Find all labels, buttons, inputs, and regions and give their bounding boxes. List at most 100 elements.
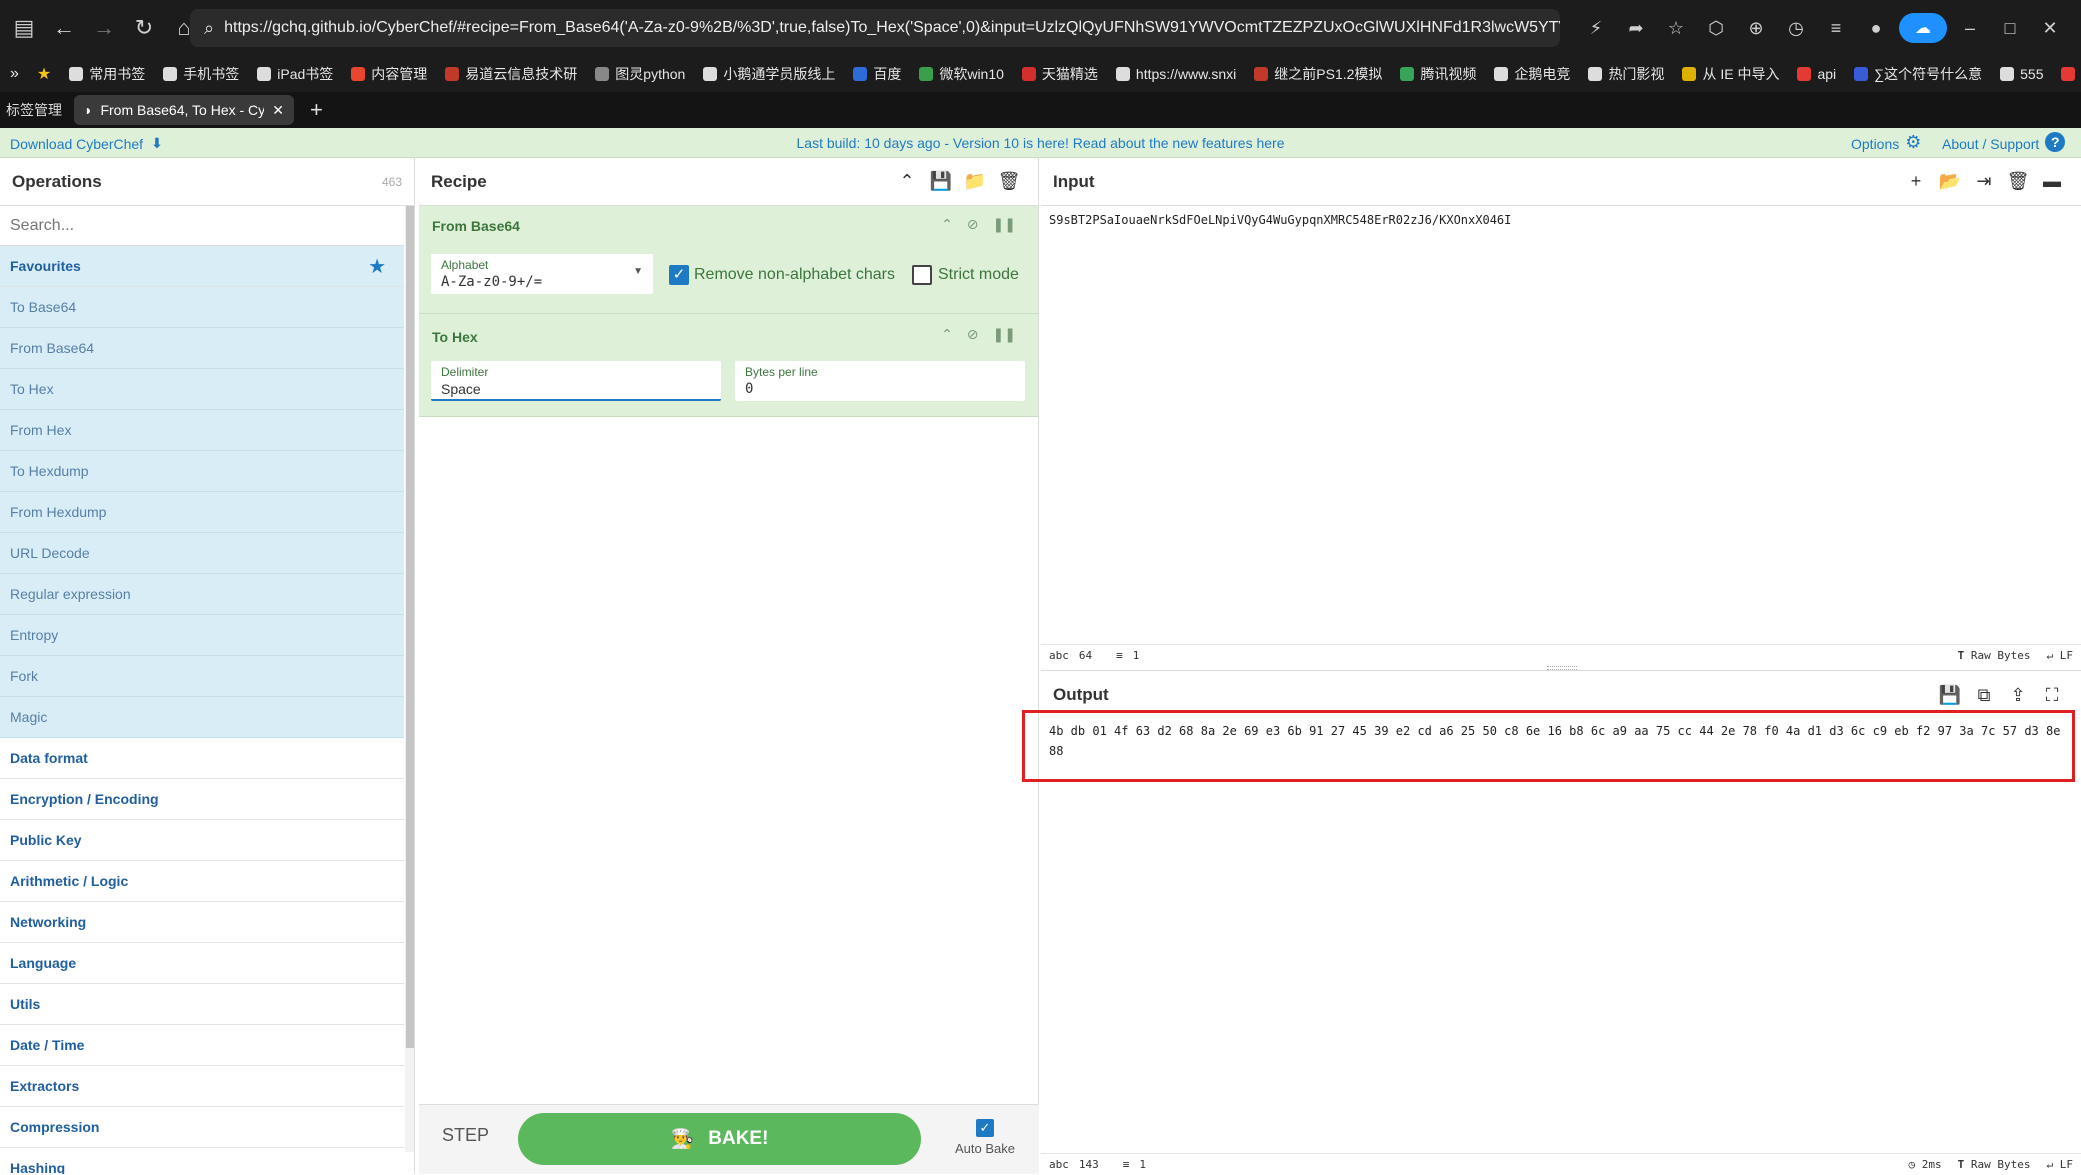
bookmark-item[interactable]: 图灵python: [595, 64, 685, 84]
operation-category[interactable]: Utils: [0, 984, 404, 1025]
input-eol[interactable]: ↵ LF: [2047, 649, 2074, 662]
reload-icon[interactable]: ↻: [124, 8, 164, 48]
close-tab-icon[interactable]: ✕: [272, 102, 284, 119]
new-tab-icon[interactable]: +: [310, 97, 323, 123]
operations-search-input[interactable]: [0, 206, 404, 246]
about-support-link[interactable]: About / Support ?: [1942, 132, 2066, 152]
operation-category[interactable]: Date / Time: [0, 1025, 404, 1066]
bookmark-item[interactable]: 企鹅电竞: [1494, 64, 1570, 84]
output-eol[interactable]: ↵ LF: [2047, 1158, 2074, 1171]
step-button[interactable]: STEP: [442, 1125, 489, 1146]
chevron-up-icon[interactable]: ⌃: [941, 326, 953, 343]
banner-message[interactable]: Last build: 10 days ago - Version 10 is …: [0, 135, 2081, 151]
operation-item[interactable]: Magic: [0, 697, 404, 738]
input-textarea[interactable]: S9sBT2PSaIouaeNrkSdFOeLNpiVQyG4WuGypqnXM…: [1049, 210, 2069, 230]
add-input-icon[interactable]: +: [1899, 171, 1933, 192]
save-output-icon[interactable]: 💾: [1933, 685, 1967, 706]
options-link[interactable]: Options ⚙: [1851, 132, 1921, 153]
sidebar-toggle-icon[interactable]: ▤: [4, 8, 44, 48]
bookmark-item[interactable]: 百度: [853, 64, 901, 84]
layout-icon[interactable]: ▬: [2035, 171, 2069, 192]
disable-icon[interactable]: ⊘: [967, 326, 979, 343]
forward-icon[interactable]: →: [84, 8, 124, 48]
bookmark-item[interactable]: 易道云信息技术研: [445, 64, 577, 84]
operation-category[interactable]: Data format: [0, 738, 404, 779]
chevron-up-icon[interactable]: ⌃: [941, 216, 953, 233]
operation-category[interactable]: Arithmetic / Logic: [0, 861, 404, 902]
close-window-icon[interactable]: ✕: [2033, 11, 2067, 45]
operation-item[interactable]: From Hexdump: [0, 492, 404, 533]
operation-item[interactable]: Regular expression: [0, 574, 404, 615]
bookmark-item[interactable]: 常用书签: [69, 64, 145, 84]
operation-item[interactable]: Entropy: [0, 615, 404, 656]
clear-recipe-icon[interactable]: 🗑: [992, 171, 1026, 192]
auto-bake-toggle[interactable]: ✓ Auto Bake: [951, 1119, 1019, 1156]
bookmark-item[interactable]: 热门影视: [1588, 64, 1664, 84]
operation-item[interactable]: From Base64: [0, 328, 404, 369]
minimize-icon[interactable]: –: [1953, 11, 1987, 45]
bookmarks-star-icon[interactable]: ★: [37, 64, 51, 84]
bookmark-item[interactable]: iPad书签: [257, 64, 333, 84]
operation-item[interactable]: To Hexdump: [0, 451, 404, 492]
bytes-per-line-input[interactable]: Bytes per line 0: [735, 361, 1025, 401]
clear-input-icon[interactable]: 🗑: [2001, 171, 2035, 192]
operation-item[interactable]: Fork: [0, 656, 404, 697]
bookmark-item[interactable]: 天猫精选: [1021, 64, 1098, 84]
bookmark-item[interactable]: 继之前PS1.2模拟: [1254, 64, 1382, 84]
open-folder-icon[interactable]: 📂: [1933, 171, 1967, 192]
operation-category[interactable]: Public Key: [0, 820, 404, 861]
back-icon[interactable]: ←: [44, 8, 84, 48]
load-recipe-icon[interactable]: 📁: [958, 171, 992, 192]
delimiter-input[interactable]: Delimiter Space: [431, 361, 721, 401]
pause-icon[interactable]: ❚❚: [993, 216, 1016, 233]
open-file-icon[interactable]: ⇥: [1967, 171, 2001, 192]
replace-input-icon[interactable]: ⇪: [2001, 685, 2035, 706]
download-cyberchef-link[interactable]: Download CyberChef ⬇: [10, 135, 163, 152]
operation-category[interactable]: Language: [0, 943, 404, 984]
share-icon[interactable]: ➦: [1619, 11, 1653, 45]
maximise-icon[interactable]: ⛶: [2035, 685, 2069, 706]
cloud-icon[interactable]: ☁: [1899, 13, 1947, 43]
bookmark-item[interactable]: 手机书签: [163, 64, 239, 84]
lightning-icon[interactable]: ⚡: [1579, 11, 1613, 45]
operation-item[interactable]: URL Decode: [0, 533, 404, 574]
operation-item[interactable]: From Hex: [0, 410, 404, 451]
bookmark-item[interactable]: ∑这个符号什么意: [1854, 64, 1982, 84]
favourites-category[interactable]: Favourites ★: [0, 246, 404, 287]
address-bar[interactable]: ⌕ https://gchq.github.io/CyberChef/#reci…: [190, 9, 1560, 47]
pause-icon[interactable]: ❚❚: [993, 326, 1016, 343]
operation-category[interactable]: Hashing: [0, 1148, 404, 1174]
bookmark-item[interactable]: 腾讯视频: [1400, 64, 1476, 84]
extensions-icon[interactable]: ⬡: [1699, 11, 1733, 45]
tab-cyberchef[interactable]: ◗ From Base64, To Hex - CyberChef ✕: [74, 95, 294, 125]
chevron-up-icon[interactable]: ⌃: [890, 171, 924, 192]
operation-item[interactable]: To Hex: [0, 369, 404, 410]
operations-scrollbar[interactable]: [405, 206, 414, 1152]
operation-category[interactable]: Networking: [0, 902, 404, 943]
maximize-icon[interactable]: □: [1993, 11, 2027, 45]
operation-category[interactable]: Compression: [0, 1107, 404, 1148]
bookmark-item[interactable]: https://www.snxi: [1115, 66, 1236, 82]
copy-output-icon[interactable]: ⧉: [1967, 685, 2001, 706]
bookmark-item[interactable]: 实战! 入侵网站: [2061, 64, 2081, 84]
bookmark-item[interactable]: 微软win10: [919, 64, 1004, 84]
bookmark-item[interactable]: api: [1797, 66, 1836, 82]
bookmark-item[interactable]: 小鹅通学员版线上: [703, 64, 835, 84]
bookmark-item[interactable]: 内容管理: [351, 64, 427, 84]
input-encoding[interactable]: T Raw Bytes: [1958, 649, 2031, 662]
remove-non-alphabet-checkbox[interactable]: ✓: [669, 265, 689, 285]
alphabet-select[interactable]: Alphabet A-Za-z0-9+/= ▼: [431, 254, 653, 294]
download-icon[interactable]: ⊕: [1739, 11, 1773, 45]
profile-avatar[interactable]: ●: [1859, 11, 1893, 45]
strict-mode-checkbox[interactable]: [912, 265, 932, 285]
bookmark-item[interactable]: 从 IE 中导入: [1682, 64, 1779, 84]
tab-manager-button[interactable]: 标签管理: [0, 100, 74, 120]
disable-icon[interactable]: ⊘: [967, 216, 979, 233]
output-encoding[interactable]: T Raw Bytes: [1958, 1158, 2031, 1171]
bake-button[interactable]: 👨‍🍳 BAKE!: [518, 1113, 921, 1165]
auto-bake-checkbox[interactable]: ✓: [976, 1119, 994, 1137]
operation-category[interactable]: Encryption / Encoding: [0, 779, 404, 820]
scrollbar-thumb[interactable]: [406, 206, 414, 1048]
menu-icon[interactable]: ≡: [1819, 11, 1853, 45]
star-icon[interactable]: ☆: [1659, 11, 1693, 45]
